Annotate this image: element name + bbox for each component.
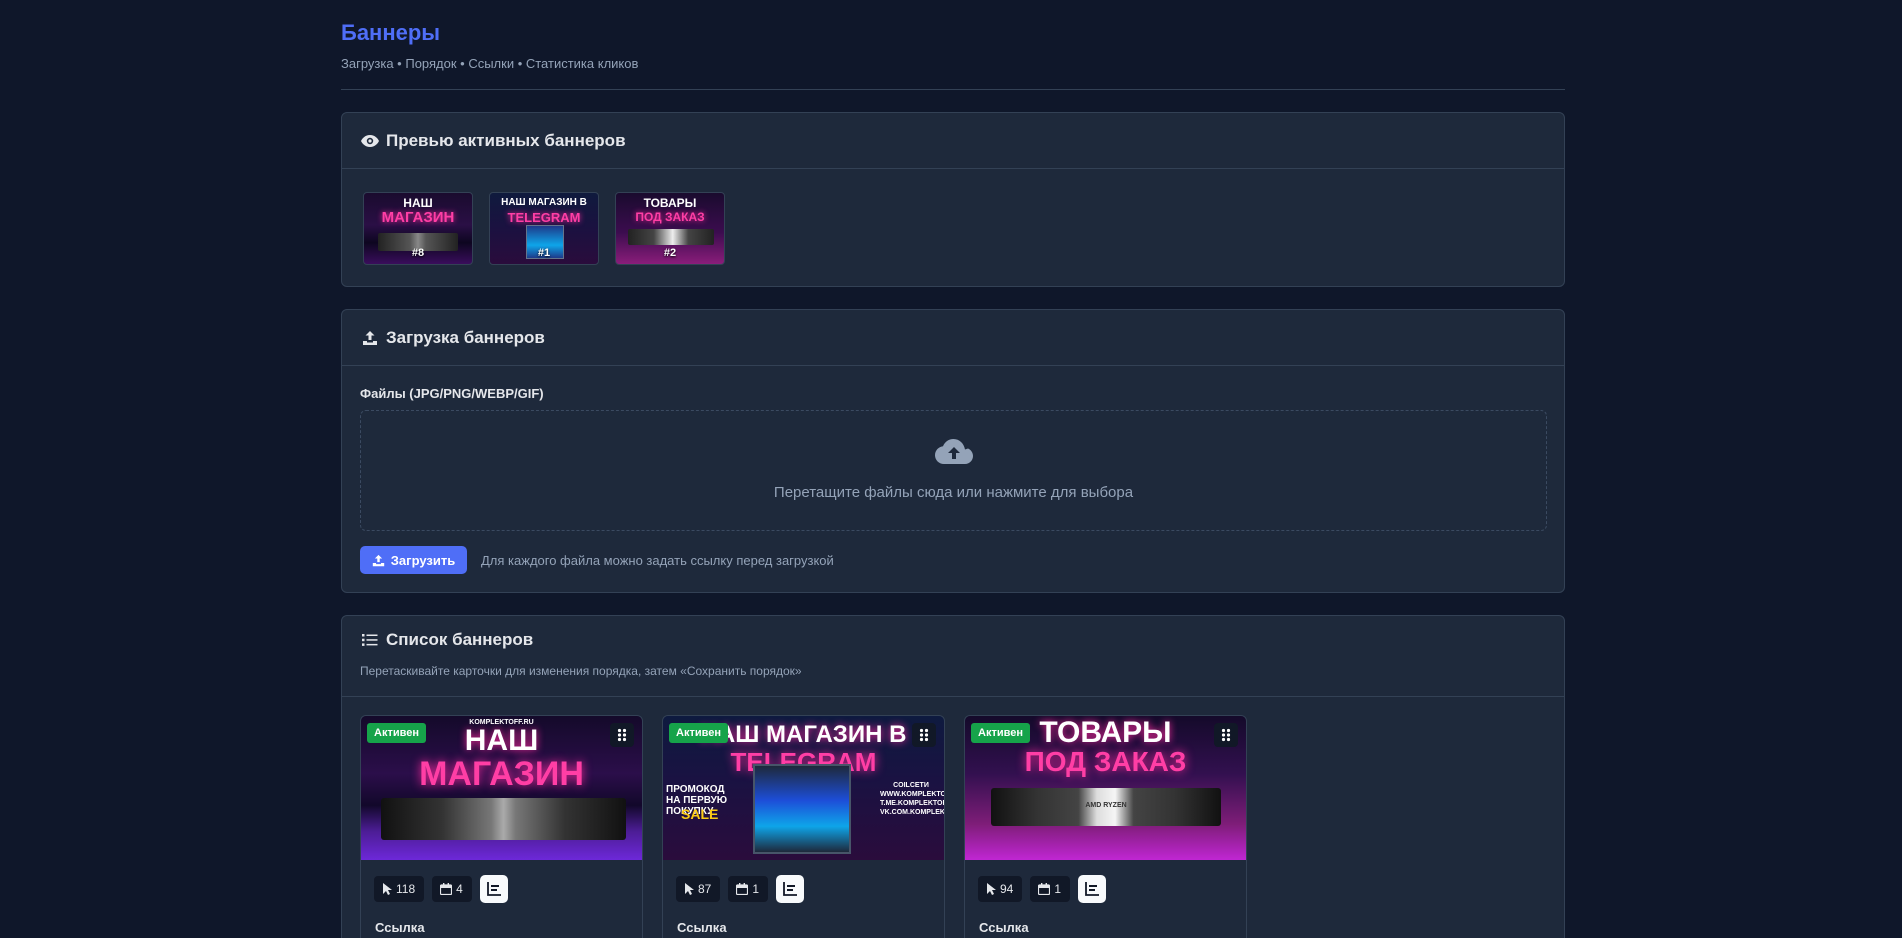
banner-card[interactable]: НАШ МАГАЗИН В TELEGRAM ПРОМОКОД НА ПЕРВУ… <box>662 715 945 938</box>
thumb-subheading: МАГАЗИН <box>381 209 455 226</box>
status-badge: Активен <box>971 723 1030 743</box>
clicks-chip: 87 <box>676 876 721 902</box>
clicks-count: 87 <box>698 882 712 896</box>
days-count: 1 <box>1054 882 1062 896</box>
thumb-subheading: ПОД ЗАКАЗ <box>635 210 705 224</box>
cursor-icon <box>383 883 392 895</box>
thumb-heading: НАШ МАГАЗИН В <box>501 197 587 208</box>
list-icon <box>360 630 380 650</box>
link-label: Ссылка <box>375 920 425 935</box>
clicks-chip: 118 <box>374 876 425 902</box>
banner-image: ТОВАРЫ ПОД ЗАКАЗ AMD RYZEN Активен <box>965 716 1246 860</box>
clicks-count: 118 <box>396 882 416 896</box>
banner-subheading: МАГАЗИН <box>419 755 584 793</box>
calendar-icon <box>736 883 749 895</box>
thumb-order-label: #2 <box>663 247 677 259</box>
stats-chart-button[interactable] <box>1078 875 1107 903</box>
banner-image: НАШ МАГАЗИН В TELEGRAM ПРОМОКОД НА ПЕРВУ… <box>663 716 944 860</box>
files-label: Файлы (JPG/PNG/WEBP/GIF) <box>360 386 544 401</box>
banner-product-image <box>381 798 626 840</box>
days-count: 4 <box>456 882 463 896</box>
grip-icon <box>919 728 929 742</box>
status-badge: Активен <box>367 723 426 743</box>
grip-icon <box>1221 728 1231 742</box>
banner-image: KOMPLEKTOFF.RU НАШ МАГАЗИН Активен <box>361 716 642 860</box>
banner-stats: 94 1 <box>978 875 1107 903</box>
page-title: Баннеры <box>341 20 441 45</box>
banner-list-card: Список баннеров Перетаскивайте карточки … <box>341 615 1565 938</box>
preview-thumb[interactable]: ТОВАРЫ ПОД ЗАКАЗ #2 <box>615 192 725 265</box>
days-chip: 1 <box>728 876 769 902</box>
clicks-count: 94 <box>1000 882 1014 896</box>
banner-stats: 87 1 <box>676 875 805 903</box>
preview-thumbs: НАШ МАГАЗИН #8 НАШ МАГАЗИН В TELEGRAM #1… <box>363 192 725 265</box>
upload-hint: Для каждого файла можно задать ссылку пе… <box>481 553 834 568</box>
grip-icon <box>617 728 627 742</box>
banner-subheading: ПОД ЗАКАЗ <box>1024 746 1187 777</box>
list-card-title: Список баннеров <box>386 630 534 649</box>
page-subtitle: Загрузка • Порядок • Ссылки • Статистика… <box>341 56 639 71</box>
list-card-header: Список баннеров <box>342 616 1564 664</box>
banner-card[interactable]: KOMPLEKTOFF.RU НАШ МАГАЗИН Активен 118 4… <box>360 715 643 938</box>
bar-chart-icon <box>783 882 798 896</box>
file-dropzone[interactable]: Перетащите файлы сюда или нажмите для вы… <box>360 410 1547 531</box>
drag-handle[interactable] <box>1214 723 1238 747</box>
eye-icon <box>360 131 380 151</box>
list-divider <box>342 696 1564 697</box>
status-badge: Активен <box>669 723 728 743</box>
upload-icon <box>360 328 380 348</box>
bar-chart-icon <box>1085 882 1100 896</box>
dropzone-text: Перетащите файлы сюда или нажмите для вы… <box>773 484 1134 501</box>
upload-button-label: Загрузить <box>390 552 456 568</box>
upload-card-title: Загрузка баннеров <box>386 327 545 347</box>
preview-thumb[interactable]: НАШ МАГАЗИН В TELEGRAM #1 <box>489 192 599 265</box>
upload-card: Загрузка баннеров Файлы (JPG/PNG/WEBP/GI… <box>341 309 1565 593</box>
calendar-icon <box>1038 883 1051 895</box>
upload-card-header: Загрузка баннеров <box>342 310 1564 366</box>
clicks-chip: 94 <box>978 876 1023 902</box>
banner-product-image <box>753 764 851 854</box>
bar-chart-icon <box>486 882 501 896</box>
cloud-upload-icon <box>934 439 973 472</box>
upload-icon <box>372 554 384 566</box>
thumb-order-label: #8 <box>411 247 425 259</box>
upload-button[interactable]: Загрузить <box>360 546 467 574</box>
cursor-icon <box>987 883 996 895</box>
thumb-subheading: TELEGRAM <box>507 210 581 225</box>
calendar-icon <box>440 883 453 895</box>
banner-side-text: COILCETИ WWW.KOMPLEKTOFF.RU T.ME.KOMPLEK… <box>880 782 944 816</box>
preview-card: Превью активных баннеров НАШ МАГАЗИН #8 … <box>341 112 1565 287</box>
days-chip: 4 <box>432 876 472 902</box>
days-count: 1 <box>752 882 760 896</box>
cpu-chip-label: AMD RYZEN <box>1085 802 1127 809</box>
cursor-icon <box>685 883 694 895</box>
stats-chart-button[interactable] <box>479 875 508 903</box>
preview-card-title: Превью активных баннеров <box>386 130 626 150</box>
sale-text: SALE <box>681 806 719 822</box>
drag-handle[interactable] <box>610 723 634 747</box>
header-divider <box>341 89 1565 90</box>
thumb-heading: НАШ <box>403 196 433 210</box>
drag-handle[interactable] <box>912 723 936 747</box>
thumb-product-image <box>628 229 714 245</box>
list-subtitle: Перетаскивайте карточки для изменения по… <box>360 664 802 678</box>
banner-card[interactable]: ТОВАРЫ ПОД ЗАКАЗ AMD RYZEN Активен 94 1 … <box>964 715 1247 938</box>
link-label: Ссылка <box>979 920 1029 935</box>
thumb-order-label: #1 <box>537 247 551 259</box>
link-label: Ссылка <box>677 920 727 935</box>
stats-chart-button[interactable] <box>776 875 805 903</box>
days-chip: 1 <box>1030 876 1071 902</box>
thumb-heading: ТОВАРЫ <box>643 196 697 210</box>
preview-thumb[interactable]: НАШ МАГАЗИН #8 <box>363 192 473 265</box>
banner-stats: 118 4 <box>374 875 508 903</box>
banner-cards: KOMPLEKTOFF.RU НАШ МАГАЗИН Активен 118 4… <box>360 715 1247 938</box>
preview-card-header: Превью активных баннеров <box>342 113 1564 169</box>
